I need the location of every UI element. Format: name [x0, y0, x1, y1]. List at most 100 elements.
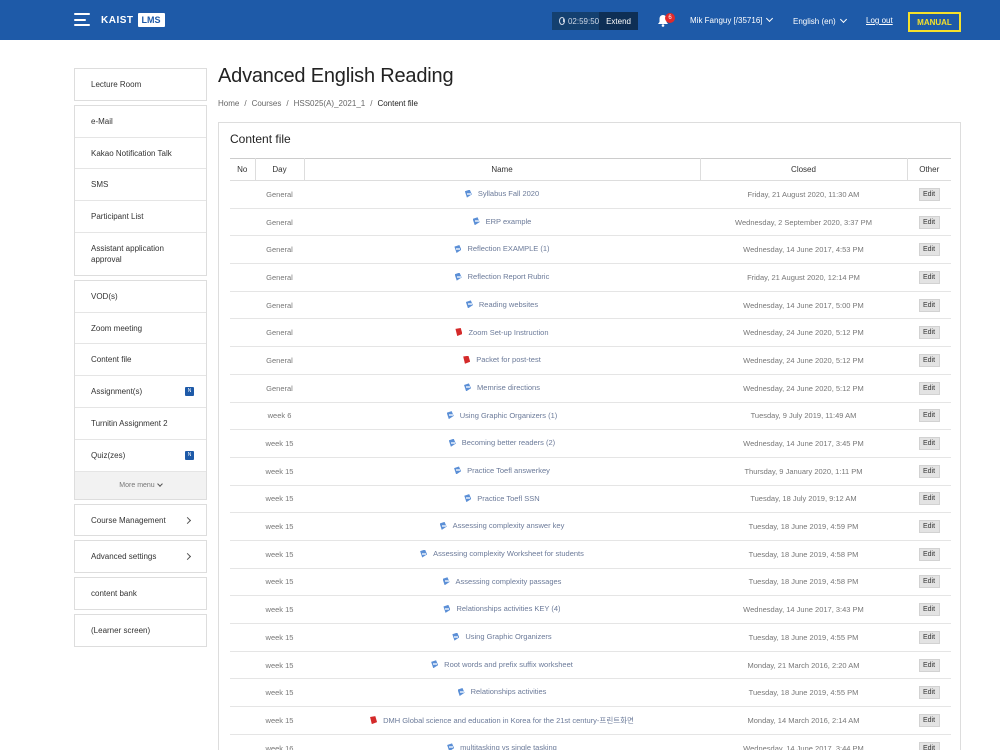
sidebar-item-content-file[interactable]: Content file	[75, 344, 206, 376]
file-link[interactable]: DMH Global science and education in Kore…	[370, 715, 634, 726]
extend-session-button[interactable]: Extend	[599, 12, 638, 30]
file-link[interactable]: Zoom Set-up Instruction	[455, 328, 549, 337]
sidebar-item-learner-screen[interactable]: (Learner screen)	[75, 615, 206, 646]
doc-icon	[443, 604, 451, 613]
doc-icon	[454, 244, 462, 253]
content-file-table: No Day Name Closed Other General Syllabus…	[230, 158, 951, 750]
file-link[interactable]: Relationships activities	[457, 687, 546, 696]
sidebar-group-communication: e-Mail Kakao Notification Talk SMS Parti…	[74, 105, 207, 276]
edit-button[interactable]: Edit	[918, 326, 940, 340]
sidebar-item-sms[interactable]: SMS	[75, 169, 206, 201]
file-link[interactable]: Reading websites	[465, 300, 538, 309]
edit-button[interactable]: Edit	[918, 492, 940, 506]
sidebar-item-kakao-talk[interactable]: Kakao Notification Talk	[75, 138, 206, 169]
more-menu-toggle[interactable]: More menu	[75, 472, 206, 499]
sidebar-item-participant-list[interactable]: Participant List	[75, 201, 206, 233]
file-link[interactable]: Assessing complexity answer key	[439, 521, 564, 530]
file-link[interactable]: Becoming better readers (2)	[448, 438, 555, 447]
sidebar-item-assistant-approval[interactable]: Assistant application approval	[75, 233, 206, 275]
row-closed: Tuesday, 18 June 2019, 4:59 PM	[700, 512, 907, 541]
row-number	[230, 706, 255, 735]
row-closed: Tuesday, 18 June 2019, 4:55 PM	[700, 678, 907, 708]
sidebar-item-quizzes[interactable]: Quiz(zes) N	[75, 440, 206, 472]
site-logo[interactable]: KAIST LMS	[101, 13, 165, 27]
file-link[interactable]: ERP example	[472, 217, 531, 226]
column-header-other: Other	[906, 158, 951, 181]
edit-button[interactable]: Edit	[918, 630, 940, 644]
edit-button[interactable]: Edit	[918, 686, 940, 700]
manual-button[interactable]: MANUAL	[908, 12, 961, 32]
file-link[interactable]: Reflection EXAMPLE (1)	[454, 244, 550, 254]
sidebar-item-vods[interactable]: VOD(s)	[75, 281, 206, 313]
edit-button[interactable]: Edit	[918, 464, 940, 478]
row-day: General	[255, 291, 304, 320]
edit-button[interactable]: Edit	[918, 658, 940, 672]
file-link[interactable]: Relationships activities KEY (4)	[443, 604, 561, 613]
file-link[interactable]: multitasking vs single tasking	[447, 743, 557, 750]
row-name-cell: Packet for post-test	[304, 346, 700, 375]
language-selector[interactable]: English (en)	[793, 15, 847, 26]
row-name-cell: Practice Toefl answerkey	[304, 457, 700, 486]
sidebar-item-email[interactable]: e-Mail	[75, 106, 206, 138]
doc-icon	[420, 549, 428, 558]
edit-button[interactable]: Edit	[918, 243, 940, 257]
edit-button[interactable]: Edit	[918, 298, 940, 312]
edit-button[interactable]: Edit	[918, 603, 940, 617]
file-link[interactable]: Memrise directions	[464, 383, 540, 392]
row-other: Edit	[907, 180, 951, 209]
file-link[interactable]: Assessing complexity Worksheet for stude…	[420, 549, 584, 558]
file-link[interactable]: Using Graphic Organizers (1)	[446, 411, 557, 420]
file-link[interactable]: Packet for post-test	[463, 355, 541, 364]
pdf-icon	[370, 716, 378, 725]
edit-button[interactable]: Edit	[918, 437, 940, 451]
sidebar-item-lecture-room[interactable]: Lecture Room	[75, 69, 206, 100]
file-link[interactable]: Root words and prefix suffix worksheet	[431, 660, 573, 669]
logout-link[interactable]: Log out	[866, 16, 893, 25]
sidebar-item-course-management[interactable]: Course Management	[75, 505, 206, 535]
sidebar-item-content-bank[interactable]: content bank	[75, 578, 206, 609]
row-closed: Thursday, 9 January 2020, 1:11 PM	[700, 457, 907, 486]
file-link[interactable]: Reflection Report Rubric	[454, 272, 549, 281]
row-name-cell: Reflection Report Rubric	[304, 263, 700, 292]
edit-button[interactable]: Edit	[918, 575, 940, 589]
edit-button[interactable]: Edit	[918, 270, 940, 284]
edit-button[interactable]: Edit	[918, 381, 940, 395]
edit-button[interactable]: Edit	[918, 215, 940, 229]
edit-button[interactable]: Edit	[918, 520, 940, 534]
breadcrumb-home[interactable]: Home	[218, 99, 239, 108]
user-menu[interactable]: Mik Fanguy [/35716]	[690, 14, 774, 25]
sidebar-item-zoom-meeting[interactable]: Zoom meeting	[75, 313, 206, 344]
file-name: Reflection EXAMPLE (1)	[467, 244, 550, 254]
row-closed: Wednesday, 24 June 2020, 5:12 PM	[700, 374, 907, 403]
breadcrumb-course[interactable]: HSS025(A)_2021_1	[294, 99, 366, 108]
row-other: Edit	[907, 540, 951, 569]
row-closed: Wednesday, 2 September 2020, 3:37 PM	[700, 208, 907, 237]
edit-button[interactable]: Edit	[918, 409, 940, 423]
chevron-down-icon	[156, 480, 163, 487]
edit-button[interactable]: Edit	[918, 547, 940, 561]
file-link[interactable]: Practice Toefl answerkey	[454, 466, 550, 475]
breadcrumb-separator: /	[244, 99, 247, 108]
edit-button[interactable]: Edit	[918, 741, 940, 750]
sidebar-item-advanced-settings[interactable]: Advanced settings	[75, 541, 206, 572]
breadcrumb-courses[interactable]: Courses	[252, 99, 282, 108]
row-other: Edit	[907, 263, 951, 292]
edit-button[interactable]: Edit	[918, 713, 940, 727]
sidebar-item-label: Lecture Room	[91, 80, 142, 89]
sidebar-item-turnitin[interactable]: Turnitin Assignment 2	[75, 408, 206, 440]
file-name: Packet for post-test	[476, 355, 541, 365]
row-number	[230, 568, 255, 597]
logo-lms-text: LMS	[137, 13, 165, 27]
edit-button[interactable]: Edit	[918, 353, 940, 367]
sidebar-item-assignments[interactable]: Assignment(s) N	[75, 376, 206, 408]
row-name-cell: Reflection EXAMPLE (1)	[304, 235, 700, 265]
chevron-right-icon	[183, 552, 192, 561]
edit-button[interactable]: Edit	[918, 187, 940, 201]
file-link[interactable]: Assessing complexity passages	[442, 577, 561, 586]
chevron-down-icon	[839, 15, 847, 24]
file-link[interactable]: Practice Toefl SSN	[464, 494, 540, 503]
file-link[interactable]: Using Graphic Organizers	[452, 632, 552, 641]
table-row: week 15 DMH Global science and education …	[230, 706, 951, 735]
file-link[interactable]: Syllabus Fall 2020	[464, 189, 539, 198]
hamburger-menu-icon[interactable]	[74, 13, 90, 26]
